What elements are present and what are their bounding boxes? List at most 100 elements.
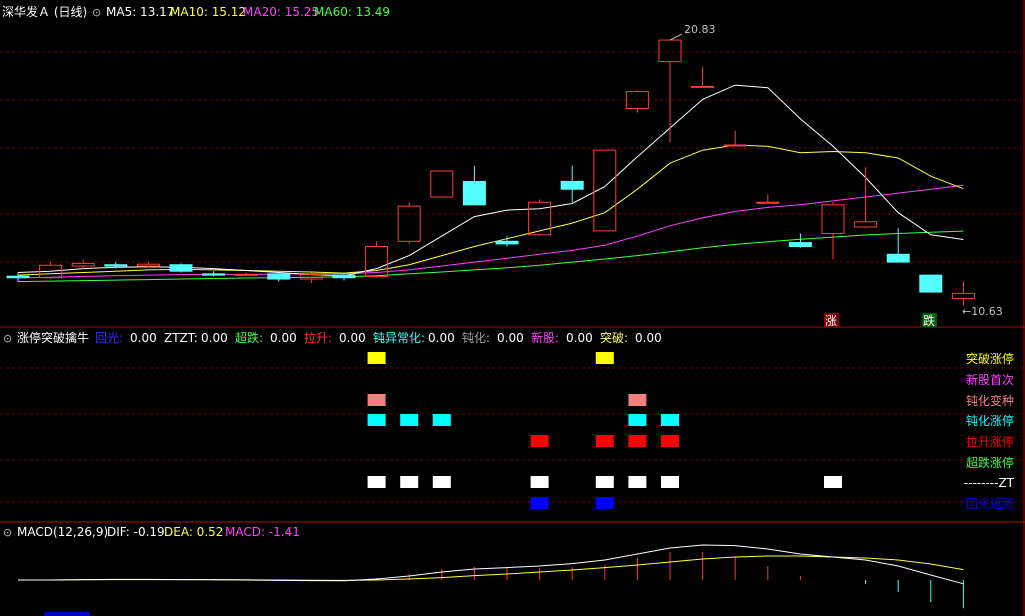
signal-block — [628, 476, 647, 488]
stat-value: 0.00 — [566, 331, 593, 345]
signal-block — [367, 476, 386, 488]
candle-body — [919, 274, 943, 293]
signal-row-label: 拉升涨停 — [966, 434, 1014, 449]
candle-body — [691, 85, 715, 88]
signal-row-label: 突破涨停 — [966, 351, 1014, 366]
macd-histogram — [18, 544, 964, 609]
candle-body — [723, 144, 747, 147]
ma10-label: MA10: 15.12 — [170, 5, 246, 19]
macd-collapse-icon[interactable]: ⊙ — [3, 526, 12, 539]
signal-row-label: --------ZT — [964, 476, 1015, 490]
candlesticks — [6, 33, 975, 306]
candle-body — [788, 242, 812, 248]
stat-label: 钝异常化: — [373, 331, 425, 345]
stat-label: 回光: — [95, 331, 123, 345]
candle-body — [658, 39, 682, 63]
candle-body — [821, 204, 845, 234]
high-marker — [669, 33, 683, 41]
ma20-label: MA20: 15.25 — [243, 5, 319, 19]
candle-body — [397, 205, 421, 242]
signal-row-label: 超跌涨停 — [966, 455, 1014, 470]
candle-body — [202, 273, 226, 276]
signal-block — [628, 394, 647, 406]
candle-body — [332, 274, 356, 279]
stock-title: 深华发Ａ (日线) — [2, 4, 87, 19]
badge-down: 跌 — [923, 313, 935, 328]
high-price-label: 20.83 — [684, 23, 716, 36]
stat-label: 超跌: — [235, 330, 263, 345]
candle-body — [951, 292, 975, 300]
candle-body — [6, 275, 30, 279]
scroll-indicator[interactable] — [44, 612, 90, 616]
stat-value: 0.00 — [270, 331, 297, 345]
signal-block — [530, 497, 549, 509]
candle-body — [104, 264, 128, 267]
signal-blocks — [367, 352, 842, 509]
signal-block — [595, 435, 614, 447]
stock-chart[interactable]: 深华发Ａ (日线) ⊙ MA5: 13.17 MA10: 15.12 MA20:… — [0, 0, 1025, 616]
candle-body — [495, 240, 519, 245]
signal-block — [661, 435, 679, 447]
signal-row-label: 钝化变种 — [966, 393, 1014, 408]
signal-row-label: 回光返照 — [966, 497, 1014, 511]
candle-body — [267, 273, 291, 280]
stat-label: 拉升: — [304, 330, 332, 345]
signal-block — [628, 414, 647, 426]
candle-body — [560, 180, 584, 190]
ma60-label: MA60: 13.49 — [314, 5, 390, 19]
signal-row-label: 新股首次 — [966, 372, 1014, 387]
low-price-label: ←10.63 — [962, 305, 1003, 318]
ma60-line — [17, 230, 964, 283]
macd-dif: DIF: -0.19 — [107, 525, 165, 539]
ma-collapse-icon[interactable]: ⊙ — [92, 6, 101, 19]
grid-lines — [0, 51, 1022, 503]
moving-average-lines — [17, 84, 964, 283]
signal-row-label: 钝化涨停 — [966, 413, 1014, 428]
candle-body — [234, 273, 258, 276]
signal-block — [595, 497, 614, 509]
signal-block — [432, 476, 451, 488]
signal-collapse-icon[interactable]: ⊙ — [3, 332, 12, 345]
ma5-label: MA5: 13.17 — [106, 5, 174, 19]
candle-body — [430, 170, 454, 198]
signal-block — [432, 414, 451, 426]
macd-dea: DEA: 0.52 — [164, 525, 223, 539]
stat-value: 0.00 — [497, 331, 524, 345]
candle-body — [136, 263, 160, 267]
signal-block — [824, 476, 842, 488]
signal-block — [530, 476, 549, 488]
ma5-line — [17, 84, 964, 277]
signal-stats: 回光: 0.00 ZTZT: 0.00 超跌: 0.00 拉升: 0.00 钝异常化: 0.00 钝… — [95, 330, 662, 345]
signal-block — [595, 476, 614, 488]
signal-block — [367, 394, 386, 406]
candle-body — [886, 253, 910, 263]
stat-value: 0.00 — [428, 331, 455, 345]
stat-label: 突破: — [600, 330, 628, 345]
stat-value: 0.00 — [339, 331, 366, 345]
candle-body — [756, 201, 780, 204]
dif-line — [18, 544, 964, 585]
signal-block — [661, 414, 679, 426]
badge-up: 涨 — [825, 313, 837, 328]
candle-body — [854, 221, 878, 228]
stat-value: 0.00 — [130, 331, 157, 345]
stat-label: ZTZT: — [164, 331, 198, 345]
signal-block — [367, 414, 386, 426]
stat-value: 0.00 — [635, 331, 662, 345]
candle-body — [71, 262, 95, 267]
stat-label: 新股: — [531, 330, 559, 345]
signal-panel-title: 涨停突破擒牛 — [17, 330, 89, 345]
stat-label: 钝化: — [462, 331, 490, 345]
candle-body — [169, 264, 193, 272]
signal-block — [595, 352, 614, 364]
signal-block — [400, 414, 419, 426]
signal-block — [628, 435, 647, 447]
macd-value: MACD: -1.41 — [225, 525, 300, 539]
signal-block — [367, 352, 386, 364]
signal-block — [400, 476, 419, 488]
signal-block — [530, 435, 549, 447]
stat-value: 0.00 — [201, 331, 228, 345]
candle-body — [462, 180, 486, 206]
signal-row-labels: 突破涨停新股首次钝化变种钝化涨停拉升涨停超跌涨停 --------ZT 回光返照 — [964, 351, 1015, 511]
macd-title: MACD(12,26,9) — [17, 525, 108, 539]
